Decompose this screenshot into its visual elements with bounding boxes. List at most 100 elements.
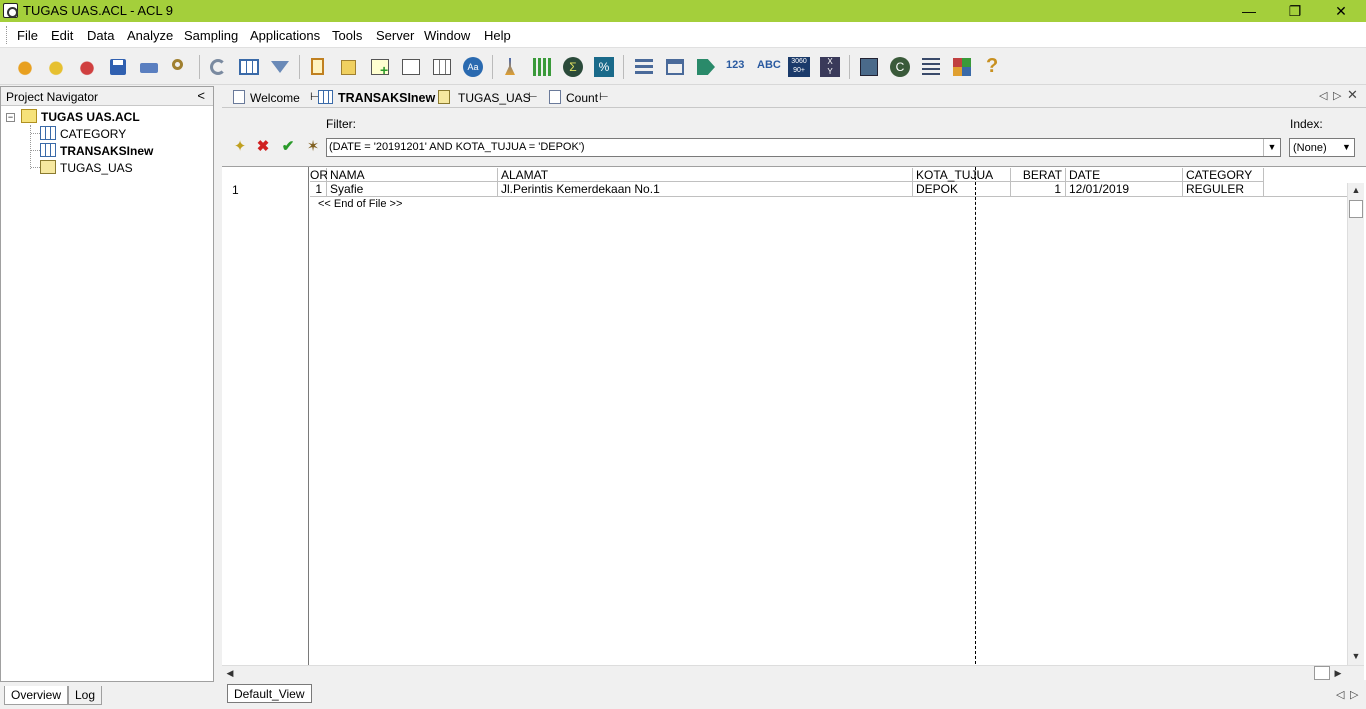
sequence-icon[interactable]: 123 [725, 55, 749, 79]
view-scroll-right-icon[interactable]: ▷ [1350, 688, 1358, 701]
font-icon[interactable]: Aa [461, 55, 485, 79]
remove-filter-icon[interactable]: ✖ [254, 138, 272, 156]
find-icon[interactable] [168, 55, 192, 79]
tab-overview[interactable]: Overview [4, 686, 69, 705]
menu-applications[interactable]: Applications [250, 28, 320, 43]
copyright-icon[interactable]: C [888, 55, 912, 79]
restore-button[interactable]: ❐ [1272, 0, 1318, 22]
scroll-right-icon[interactable]: ▶ [1330, 666, 1346, 681]
project-name: TUGAS UAS.ACL [41, 110, 140, 124]
edit-filter-icon[interactable]: ✦ [231, 138, 249, 156]
stratify-icon[interactable] [530, 55, 554, 79]
menu-data[interactable]: Data [87, 28, 114, 43]
close-project-icon[interactable] [75, 55, 99, 79]
pin-icon[interactable]: ⊢ [528, 90, 538, 103]
navigator-tabs: Overview Log [0, 684, 214, 706]
end-of-file-marker: << End of File >> [318, 198, 403, 210]
column-header-kota-tujua[interactable]: KOTA_TUJUA [913, 168, 1011, 182]
tree-item-label: CATEGORY [60, 127, 127, 141]
menu-window[interactable]: Window [424, 28, 470, 43]
add-column-icon[interactable]: + [368, 55, 392, 79]
column-header-or[interactable]: OR [310, 168, 328, 182]
pin-icon[interactable]: ⊢ [599, 90, 609, 103]
help-icon[interactable]: ? [981, 55, 1005, 79]
horizontal-scroll-thumb[interactable] [1314, 666, 1330, 680]
table-cell[interactable]: REGULER [1183, 182, 1264, 197]
column-header-nama[interactable]: NAMA [327, 168, 498, 182]
remove-column-icon[interactable] [430, 55, 454, 79]
menu-analyze[interactable]: Analyze [127, 28, 173, 43]
tab-log[interactable]: Log [68, 686, 103, 705]
toolbar-separator [492, 55, 493, 79]
edit-column-icon[interactable] [399, 55, 423, 79]
refresh-icon[interactable] [206, 55, 230, 79]
total-icon[interactable]: Σ [561, 55, 585, 79]
filter-icon[interactable] [268, 55, 292, 79]
table-cell[interactable]: Jl.Perintis Kemerdekaan No.1 [498, 182, 913, 197]
close-button[interactable]: ✕ [1318, 0, 1364, 22]
navigator-title: Project Navigator [6, 90, 99, 104]
menu-server[interactable]: Server [376, 28, 414, 43]
horizontal-scrollbar[interactable]: ◀ ▶ [222, 665, 1364, 680]
grid-view-icon[interactable] [950, 55, 974, 79]
data-grid: 1 OR NAMA ALAMAT KOTA_TUJUA BERAT DATE C… [222, 166, 1366, 680]
summarize-icon[interactable] [663, 55, 687, 79]
menu-help[interactable]: Help [484, 28, 511, 43]
print-icon[interactable] [137, 55, 161, 79]
classify-icon[interactable] [632, 55, 656, 79]
table-layout-icon[interactable] [237, 55, 261, 79]
menu-sampling[interactable]: Sampling [184, 28, 238, 43]
scroll-down-icon[interactable]: ▼ [1348, 649, 1364, 664]
script-icon [438, 90, 450, 104]
user-list-icon[interactable] [919, 55, 943, 79]
apply-filter-icon[interactable]: ✔ [279, 138, 297, 156]
menu-file[interactable]: File [17, 28, 38, 43]
scroll-left-icon[interactable]: ◀ [222, 666, 238, 681]
new-project-icon[interactable] [13, 55, 37, 79]
sort-text-icon[interactable]: ABC [756, 55, 781, 79]
menu-tools[interactable]: Tools [332, 28, 362, 43]
verify-icon[interactable] [499, 55, 523, 79]
menu-edit[interactable]: Edit [51, 28, 73, 43]
save-icon[interactable] [106, 55, 130, 79]
copy-icon[interactable] [306, 55, 330, 79]
column-header-alamat[interactable]: ALAMAT [498, 168, 913, 182]
document-icon [549, 90, 561, 104]
column-header-category[interactable]: CATEGORY [1183, 168, 1264, 182]
open-project-icon[interactable] [44, 55, 68, 79]
filter-dropdown-icon[interactable]: ▼ [1263, 139, 1280, 156]
index-value: (None) [1293, 142, 1327, 154]
toolbar-separator [299, 55, 300, 79]
column-header-date[interactable]: DATE [1066, 168, 1183, 182]
edit-script-icon[interactable] [337, 55, 361, 79]
vertical-scroll-thumb[interactable] [1349, 200, 1363, 218]
close-tab-icon[interactable]: ✕ [1347, 87, 1358, 103]
collapse-navigator-button[interactable]: < [197, 88, 205, 103]
document-icon [233, 90, 245, 104]
join-icon[interactable] [694, 55, 718, 79]
table-cell[interactable]: Syafie [327, 182, 498, 197]
scroll-up-icon[interactable]: ▲ [1348, 183, 1364, 198]
filter-input[interactable]: (DATE = '20191201' AND KOTA_TUJUA = 'DEP… [326, 138, 1281, 157]
collapse-tree-toggle[interactable]: − [6, 113, 15, 122]
table-cell[interactable]: 1 [310, 182, 327, 197]
scroll-tabs-left-icon[interactable]: ◁ [1319, 89, 1327, 102]
export-icon[interactable] [857, 55, 881, 79]
view-tab-default[interactable]: Default_View [227, 684, 312, 703]
table-cell[interactable]: DEPOK [913, 182, 1011, 197]
column-header-berat[interactable]: BERAT [1011, 168, 1066, 182]
toolbar-separator [623, 55, 624, 79]
vertical-scrollbar[interactable]: ▲ ▼ [1347, 183, 1364, 665]
table-icon [40, 126, 56, 140]
scroll-tabs-right-icon[interactable]: ▷ [1333, 89, 1341, 102]
crosstab-icon[interactable]: XY [818, 55, 842, 79]
index-select[interactable]: (None) ▼ [1289, 138, 1355, 157]
view-scroll-left-icon[interactable]: ◁ [1336, 688, 1344, 701]
table-cell[interactable]: 12/01/2019 [1066, 182, 1183, 197]
minimize-button[interactable]: — [1226, 0, 1272, 22]
table-cell[interactable]: 1 [1011, 182, 1066, 197]
index-dropdown-icon[interactable]: ▼ [1339, 139, 1354, 156]
filter-history-icon[interactable]: ✶ [304, 138, 322, 156]
age-icon[interactable]: 3060 90+ [787, 55, 811, 79]
percent-icon[interactable]: % [592, 55, 616, 79]
